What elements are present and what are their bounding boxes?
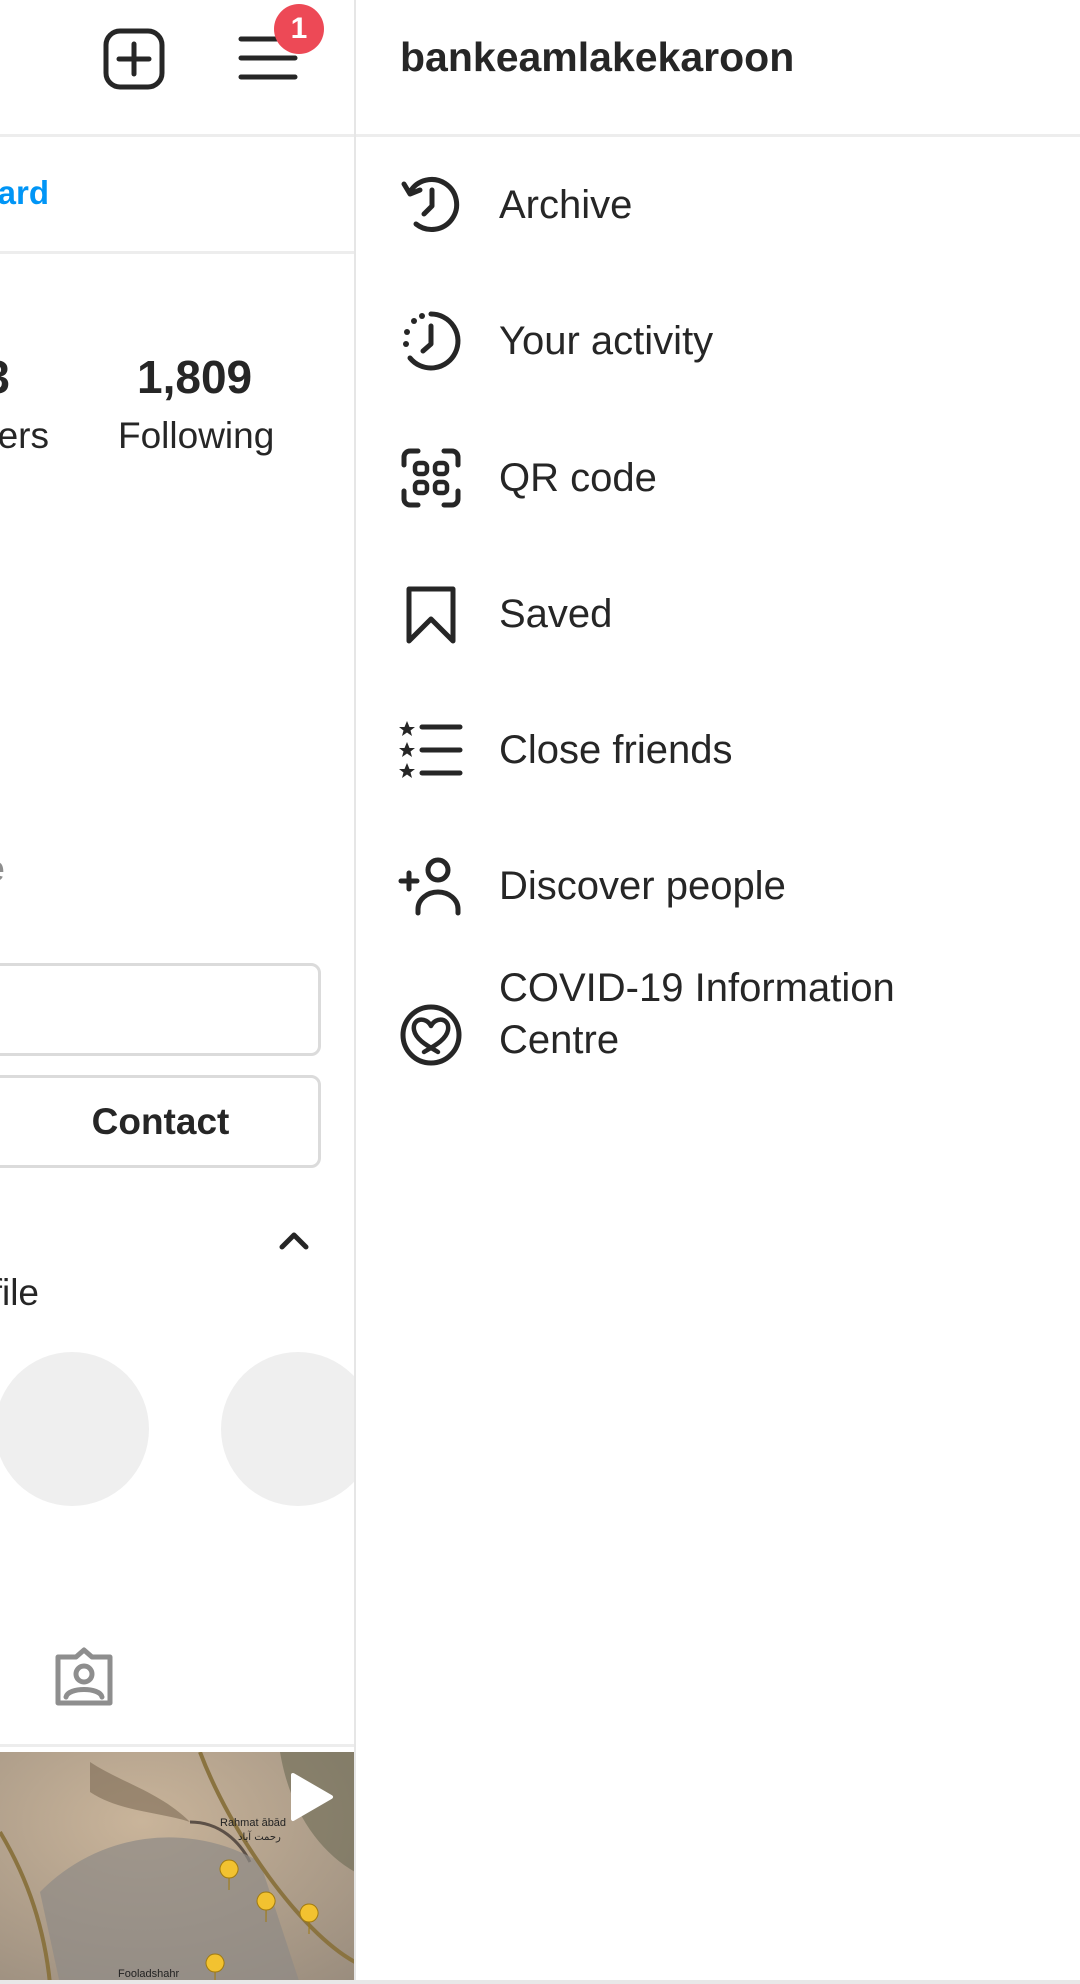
tagged-tab[interactable] — [52, 1645, 116, 1709]
dashboard-divider — [0, 251, 355, 254]
discover-people-text: file — [0, 1272, 39, 1313]
drawer-header-divider — [356, 134, 1080, 137]
archive-history-icon — [398, 172, 464, 238]
professional-dashboard-link[interactable]: ard — [0, 174, 49, 212]
following-label[interactable]: Following — [118, 415, 274, 457]
drawer-username: bankeamlakekaroon — [400, 34, 795, 80]
close-friends-list-icon — [398, 717, 464, 783]
tabs-divider — [0, 1744, 355, 1747]
menu-item-qr-code[interactable]: QR code — [356, 418, 1080, 538]
play-icon — [291, 1773, 333, 1821]
menu-item-close-friends[interactable]: Close friends — [356, 690, 1080, 810]
bio-category-text: e — [0, 848, 5, 890]
menu-item-label: Discover people — [499, 864, 786, 908]
menu-item-discover-people[interactable]: Discover people — [356, 826, 1080, 946]
menu-item-your-activity[interactable]: Your activity — [356, 281, 1080, 401]
followers-count[interactable]: 3 — [0, 350, 10, 404]
bottom-edge — [0, 1980, 1080, 1984]
tagged-contact-icon — [55, 1647, 113, 1706]
add-person-icon — [398, 853, 464, 919]
header-divider — [0, 134, 355, 137]
contact-button[interactable]: Contact — [0, 1075, 321, 1168]
menu-item-archive[interactable]: Archive — [356, 145, 1080, 265]
menu-item-label: QR code — [499, 456, 657, 500]
notification-badge: 1 — [274, 4, 324, 54]
contact-button-label: Contact — [91, 1100, 230, 1142]
followers-label[interactable]: ers — [0, 415, 49, 457]
map-label-rahmat-abad: Rahmat ābād — [220, 1817, 286, 1829]
menu-item-covid-info[interactable]: COVID-19 Information Centre — [356, 960, 1080, 1110]
following-count[interactable]: 1,809 — [137, 350, 252, 404]
menu-item-label: Your activity — [499, 319, 714, 363]
menu-item-saved[interactable]: Saved — [356, 554, 1080, 674]
map-label-rahmat-abad-fa: رحمت آباد — [238, 1830, 281, 1843]
menu-item-label: Saved — [499, 592, 613, 636]
map-label-fooladshahr: Fooladshahr — [118, 1968, 179, 1980]
bookmark-icon — [398, 581, 464, 647]
menu-item-label: COVID-19 Information — [499, 966, 895, 1010]
activity-clock-icon — [398, 308, 464, 374]
new-post-button[interactable] — [102, 27, 166, 91]
menu-item-label: Close friends — [499, 728, 733, 772]
chevron-up-icon[interactable] — [278, 1228, 310, 1252]
side-drawer: bankeamlakekaroon Archive Your activity … — [356, 0, 1080, 1984]
edit-profile-button[interactable] — [0, 963, 321, 1056]
menu-item-label: Archive — [499, 183, 633, 227]
plus-square-icon — [103, 28, 165, 90]
covid-heart-icon — [398, 1002, 464, 1068]
menu-item-label-line2: Centre — [499, 1018, 620, 1062]
suggested-profile-avatar[interactable] — [221, 1352, 355, 1506]
suggested-profile-avatar[interactable] — [0, 1352, 149, 1506]
qr-code-icon — [398, 445, 464, 511]
profile-panel: 1 ard 3 ers 1,809 Following e Contact fi… — [0, 0, 355, 1984]
